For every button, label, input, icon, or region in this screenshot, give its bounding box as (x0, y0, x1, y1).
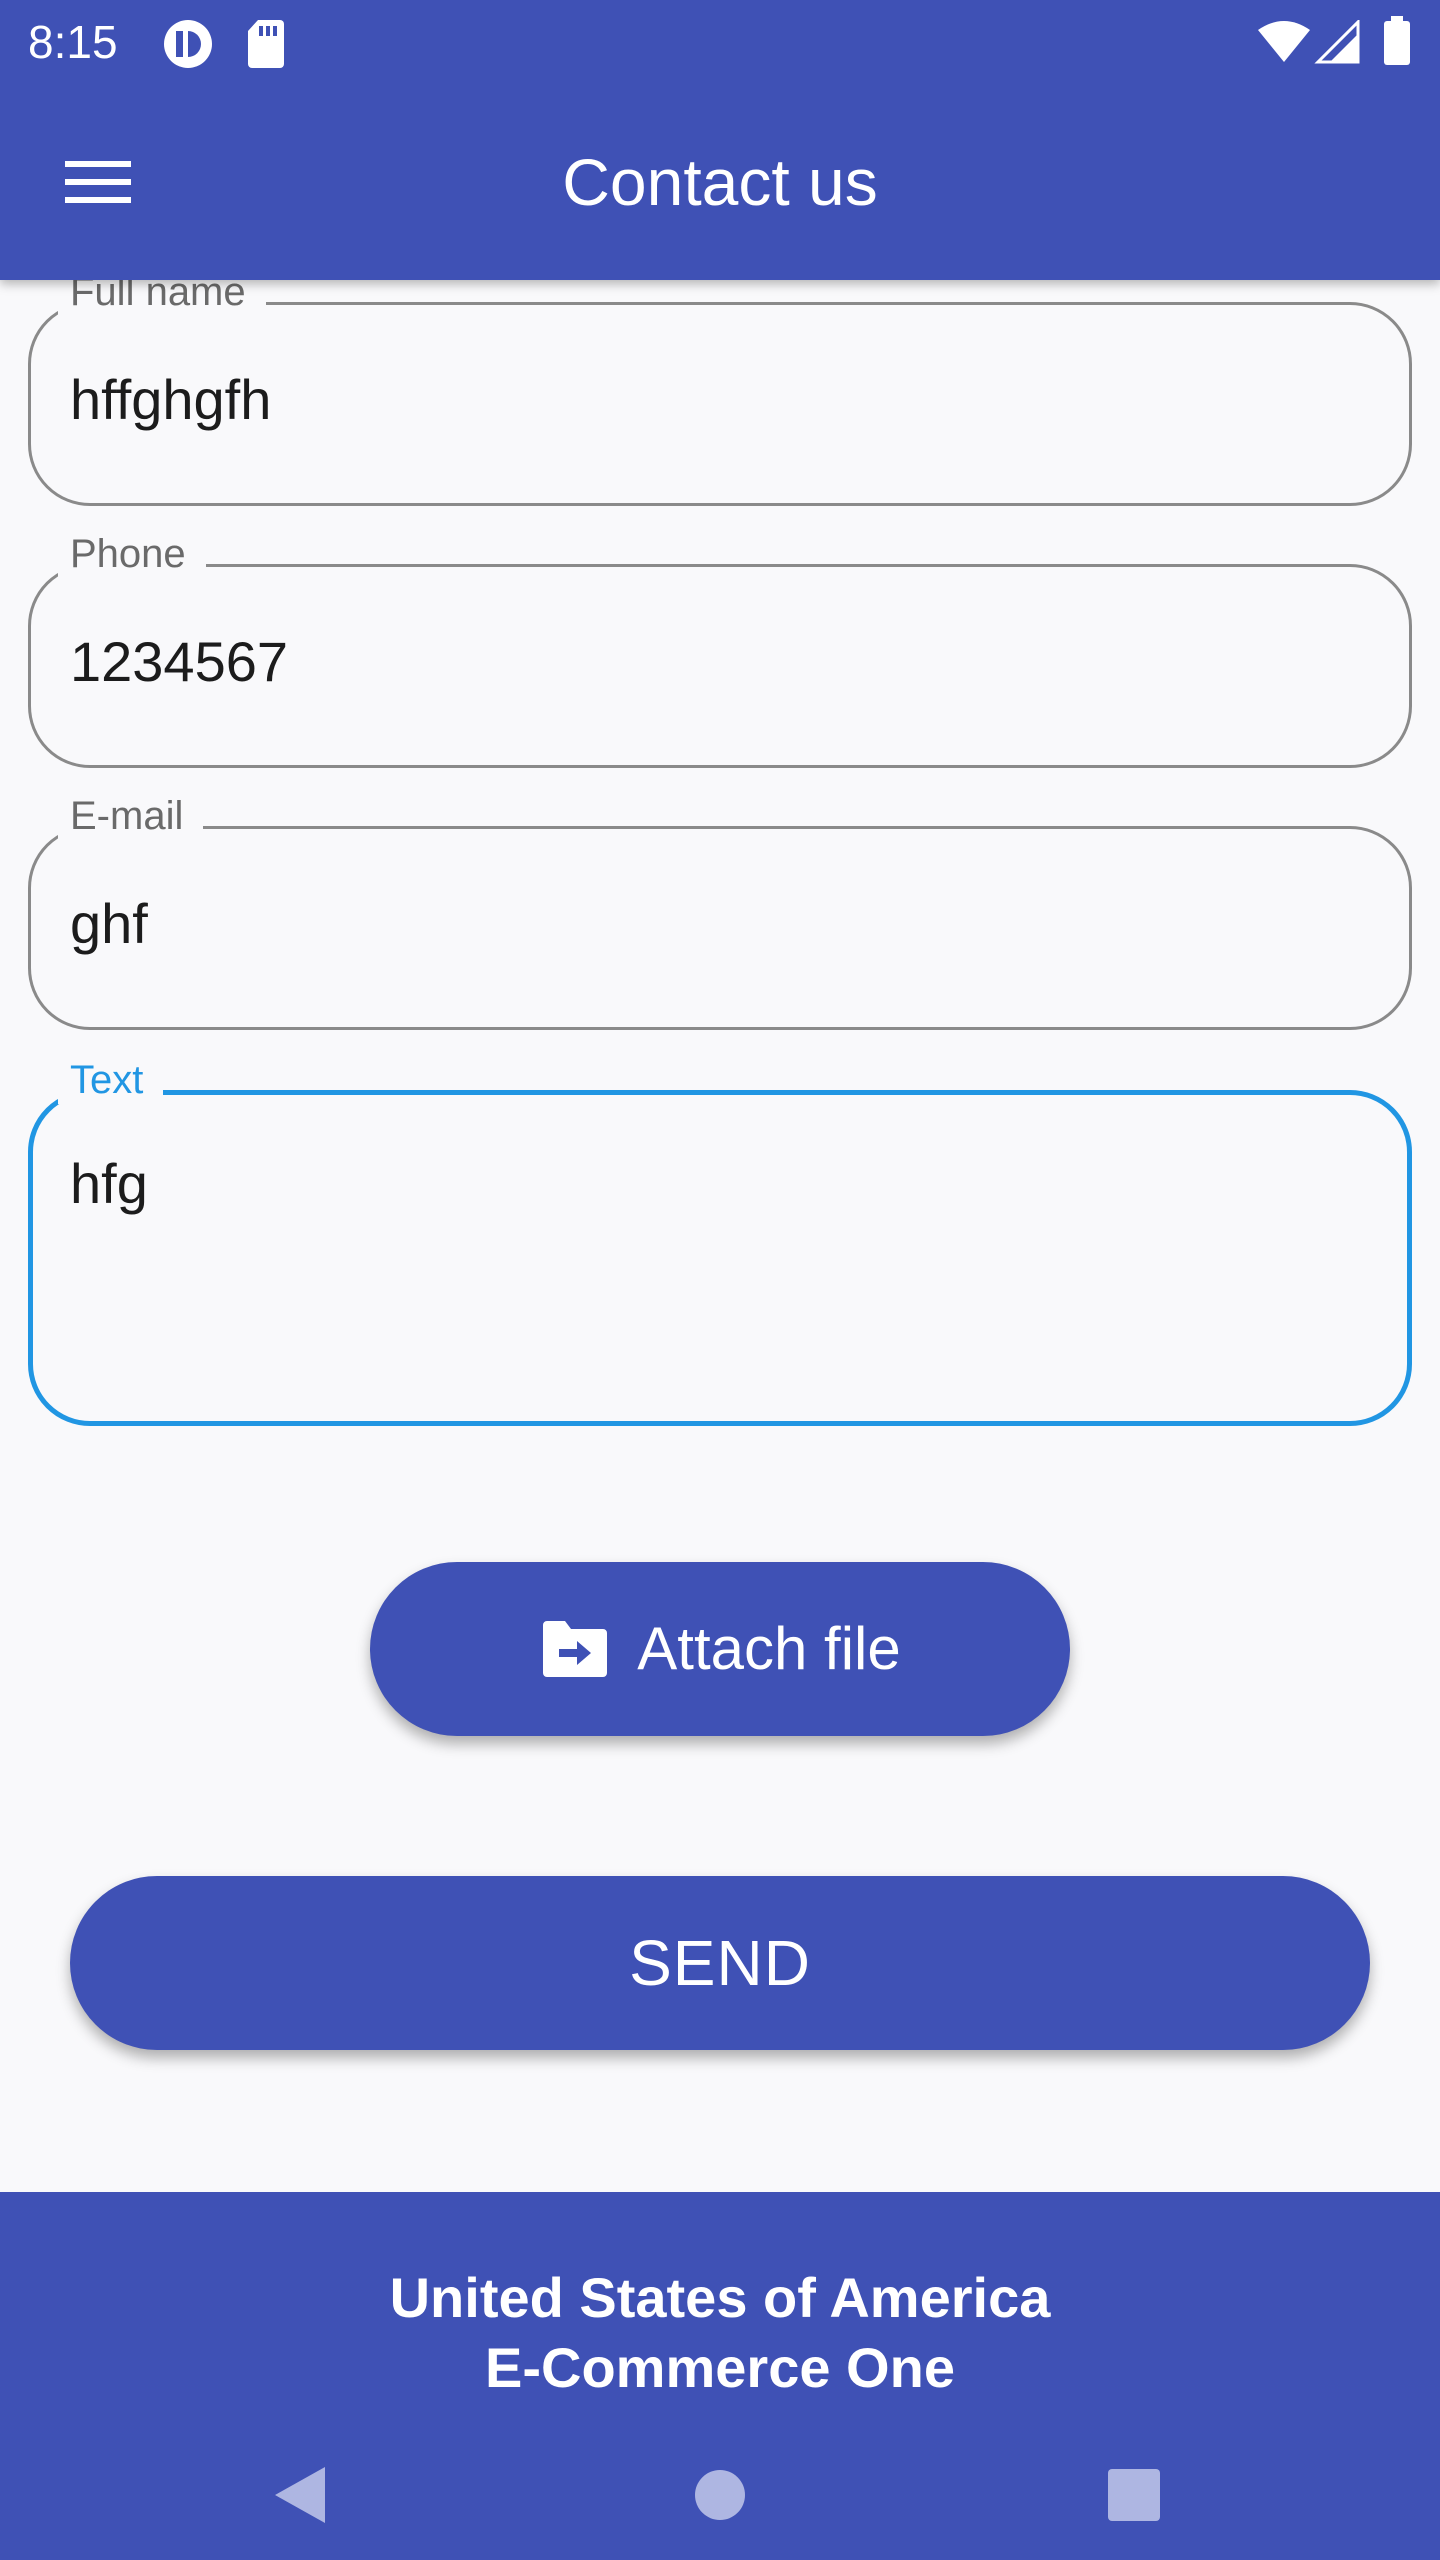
footer-country: United States of America (389, 2266, 1051, 2329)
nav-recents-button[interactable] (1074, 2440, 1194, 2550)
attach-file-button[interactable]: Attach file (370, 1562, 1070, 1736)
attach-file-label: Attach file (637, 1615, 901, 1682)
full-name-value[interactable]: hffghgfh (70, 364, 271, 436)
wifi-icon (1258, 21, 1310, 62)
sd-card-icon (248, 20, 284, 68)
full-name-field[interactable]: Full name hffghgfh (28, 268, 1412, 506)
phone-value[interactable]: 1234567 (70, 626, 288, 698)
home-circle-icon (695, 2470, 745, 2520)
back-triangle-icon (275, 2467, 325, 2523)
message-text-field[interactable]: Text hfg (28, 1056, 1412, 1426)
send-label: SEND (629, 1927, 811, 1999)
cell-signal-icon (1314, 20, 1360, 64)
email-field[interactable]: E-mail ghf (28, 792, 1412, 1030)
email-value[interactable]: ghf (70, 888, 148, 960)
phone-field[interactable]: Phone 1234567 (28, 530, 1412, 768)
recents-square-icon (1108, 2469, 1160, 2521)
footer-company: E-Commerce One (485, 2336, 955, 2399)
phone-label: Phone (58, 530, 206, 578)
folder-move-icon (543, 1621, 608, 1677)
notification-app-icon (164, 20, 212, 68)
nav-home-button[interactable] (660, 2440, 780, 2550)
message-text-label: Text (58, 1056, 164, 1104)
email-outline (28, 826, 1412, 1030)
message-text-value[interactable]: hfg (70, 1148, 148, 1220)
send-button[interactable]: SEND (70, 1876, 1370, 2050)
message-text-outline (28, 1090, 1412, 1426)
email-label: E-mail (58, 792, 204, 840)
page-title: Contact us (562, 145, 878, 219)
status-time: 8:15 (28, 16, 118, 68)
battery-icon (1384, 16, 1410, 65)
nav-back-button[interactable] (240, 2440, 360, 2550)
top-app-bar: 8:15 Contact us (0, 0, 1440, 280)
